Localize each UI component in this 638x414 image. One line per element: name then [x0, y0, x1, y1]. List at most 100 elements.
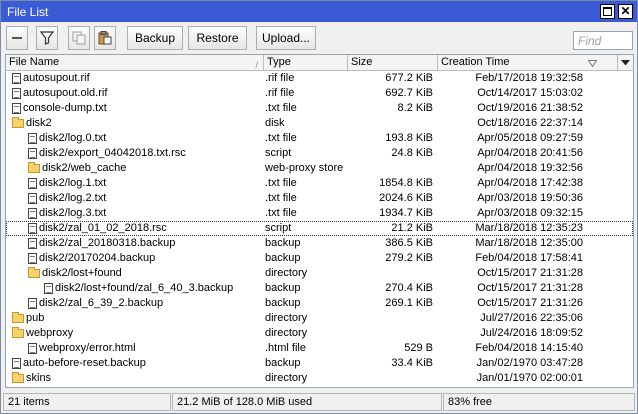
file-icon	[28, 298, 37, 309]
restore-icon	[603, 7, 612, 16]
file-icon	[28, 208, 37, 219]
cell-file-name: webproxy/error.html	[6, 341, 262, 356]
file-icon	[12, 73, 21, 84]
table-row[interactable]: disk2 disk Oct/18/2016 22:37:14	[6, 116, 633, 131]
file-name-text: disk2/zal_01_02_2018.rsc	[39, 222, 167, 234]
table-row[interactable]: webproxy/error.html .html file 529 B Feb/04…	[6, 341, 633, 356]
cell-creation-time: Jan/02/1970 03:47:28	[476, 357, 583, 369]
column-header-time[interactable]: Creation Time	[438, 55, 618, 71]
minus-icon	[12, 37, 22, 39]
cell-size: 21.2 KiB	[391, 222, 433, 234]
paste-button[interactable]	[94, 26, 116, 50]
cell-size: 193.8 KiB	[385, 132, 433, 144]
cell-file-name: skins	[6, 371, 262, 386]
file-name-text: disk2	[26, 117, 52, 129]
status-disk-usage: 21.2 MiB of 128.0 MiB used	[172, 393, 442, 411]
cell-type: .html file	[265, 342, 306, 354]
table-row[interactable]: disk2/lost+found directory Oct/15/2017 21:…	[6, 266, 633, 281]
cell-type: backup	[265, 357, 301, 369]
table-row[interactable]: webproxy directory Jul/24/2016 18:09:52	[6, 326, 633, 341]
table-row[interactable]: disk2/zal_20180318.backup backup 386.5 KiB…	[6, 236, 633, 251]
upload-button[interactable]: Upload...	[256, 26, 316, 50]
file-icon	[28, 238, 37, 249]
cell-file-name: disk2/web_cache	[6, 161, 262, 176]
cell-creation-time: Jan/01/1970 02:00:01	[476, 372, 583, 384]
find-input[interactable]	[573, 31, 633, 50]
copy-button[interactable]	[68, 26, 90, 50]
table-row[interactable]: disk2/web_cache web-proxy store Apr/04/201…	[6, 161, 633, 176]
column-header-size[interactable]: Size	[348, 55, 438, 71]
column-header-name[interactable]: File Name /	[6, 55, 264, 71]
table-row[interactable]: console-dump.txt .txt file 8.2 KiB Oct/19/2…	[6, 101, 633, 116]
file-icon	[28, 148, 37, 159]
cell-type: disk	[265, 117, 285, 129]
table-row[interactable]: disk2/log.1.txt .txt file 1854.8 KiB Apr/04…	[6, 176, 633, 191]
close-icon: ✕	[620, 4, 631, 18]
title-bar[interactable]: File List ✕	[1, 1, 637, 22]
table-row[interactable]: auto-before-reset.backup backup 33.4 KiB Ja…	[6, 356, 633, 371]
column-header-type[interactable]: Type	[264, 55, 348, 71]
file-name-text: console-dump.txt	[23, 102, 107, 114]
cell-creation-time: Apr/03/2018 19:50:36	[477, 192, 583, 204]
column-menu-button[interactable]	[618, 55, 633, 71]
cell-size: 1854.8 KiB	[379, 177, 433, 189]
cell-creation-time: Apr/04/2018 19:32:56	[477, 162, 583, 174]
table-row[interactable]: skins directory Jan/01/1970 02:00:01	[6, 371, 633, 386]
file-name-text: disk2/lost+found/zal_6_40_3.backup	[55, 282, 234, 294]
folder-icon	[28, 267, 40, 278]
table-row[interactable]: disk2/log.0.txt .txt file 193.8 KiB Apr/05/…	[6, 131, 633, 146]
restore-button[interactable]: Restore	[188, 26, 247, 50]
folder-icon	[28, 162, 40, 173]
cell-size	[348, 326, 436, 341]
table-row[interactable]: disk2/export_04042018.txt.rsc script 24.8 …	[6, 146, 633, 161]
file-name-text: pub	[26, 312, 45, 324]
restore-window-button[interactable]	[600, 4, 615, 19]
cell-creation-time: Apr/04/2018 20:41:56	[477, 147, 583, 159]
folder-icon	[12, 117, 24, 128]
cell-type: .txt file	[265, 102, 297, 114]
file-name-text: webproxy	[26, 327, 74, 339]
cell-size: 24.8 KiB	[391, 147, 433, 159]
toolbar: Backup Restore Upload...	[1, 23, 637, 53]
cell-size: 8.2 KiB	[397, 102, 433, 114]
file-icon	[28, 343, 37, 354]
column-header-label: Size	[351, 56, 373, 68]
table-row[interactable]: disk2/zal_6_39_2.backup backup 269.1 KiB Oc…	[6, 296, 633, 311]
cell-type: script	[265, 222, 292, 234]
cell-type: backup	[265, 252, 301, 264]
file-icon	[28, 178, 37, 189]
file-icon	[28, 193, 37, 204]
remove-button[interactable]	[6, 26, 28, 50]
status-bar: 21 items 21.2 MiB of 128.0 MiB used 83% …	[1, 391, 637, 413]
cell-size	[348, 116, 436, 131]
close-window-button[interactable]: ✕	[618, 4, 633, 19]
backup-button[interactable]: Backup	[127, 26, 183, 50]
cell-creation-time: Mar/18/2018 12:35:23	[475, 222, 583, 234]
column-header-label: Creation Time	[441, 56, 510, 68]
cell-creation-time: Oct/14/2017 15:03:02	[477, 87, 583, 99]
column-header-label: Type	[267, 56, 291, 68]
table-row[interactable]: autosupout.old.rif .rif file 692.7 KiB Oct/…	[6, 86, 633, 101]
table-row[interactable]: disk2/lost+found/zal_6_40_3.backup backup…	[6, 281, 633, 296]
cell-creation-time: Apr/04/2018 17:42:38	[477, 177, 583, 189]
table-row[interactable]: disk2/20170204.backup backup 279.2 KiB Feb/…	[6, 251, 633, 266]
cell-file-name: auto-before-reset.backup	[6, 356, 262, 371]
table-row[interactable]: autosupout.rif .rif file 677.2 KiB Feb/17/2…	[6, 71, 633, 86]
file-name-text: auto-before-reset.backup	[23, 357, 146, 369]
cell-type: .txt file	[265, 192, 297, 204]
file-icon	[12, 88, 21, 99]
file-list-window: File List ✕ Backup Restore Upload... Fil…	[0, 0, 638, 414]
cell-type: script	[265, 147, 292, 159]
cell-size: 269.1 KiB	[385, 297, 433, 309]
table-row[interactable]: disk2/log.2.txt .txt file 2024.6 KiB Apr/03…	[6, 191, 633, 206]
table-row[interactable]: disk2/zal_01_02_2018.rsc script 21.2 KiB Ma…	[6, 221, 633, 236]
folder-icon	[12, 372, 24, 383]
cell-type: .rif file	[265, 87, 295, 99]
cell-size: 279.2 KiB	[385, 252, 433, 264]
table-row[interactable]: pub directory Jul/27/2016 22:35:06	[6, 311, 633, 326]
file-name-text: autosupout.old.rif	[23, 87, 108, 99]
cell-creation-time: Mar/18/2018 12:35:00	[475, 237, 583, 249]
table-row[interactable]: disk2/log.3.txt .txt file 1934.7 KiB Apr/03…	[6, 206, 633, 221]
filter-button[interactable]	[36, 26, 58, 50]
file-name-text: skins	[26, 372, 52, 384]
